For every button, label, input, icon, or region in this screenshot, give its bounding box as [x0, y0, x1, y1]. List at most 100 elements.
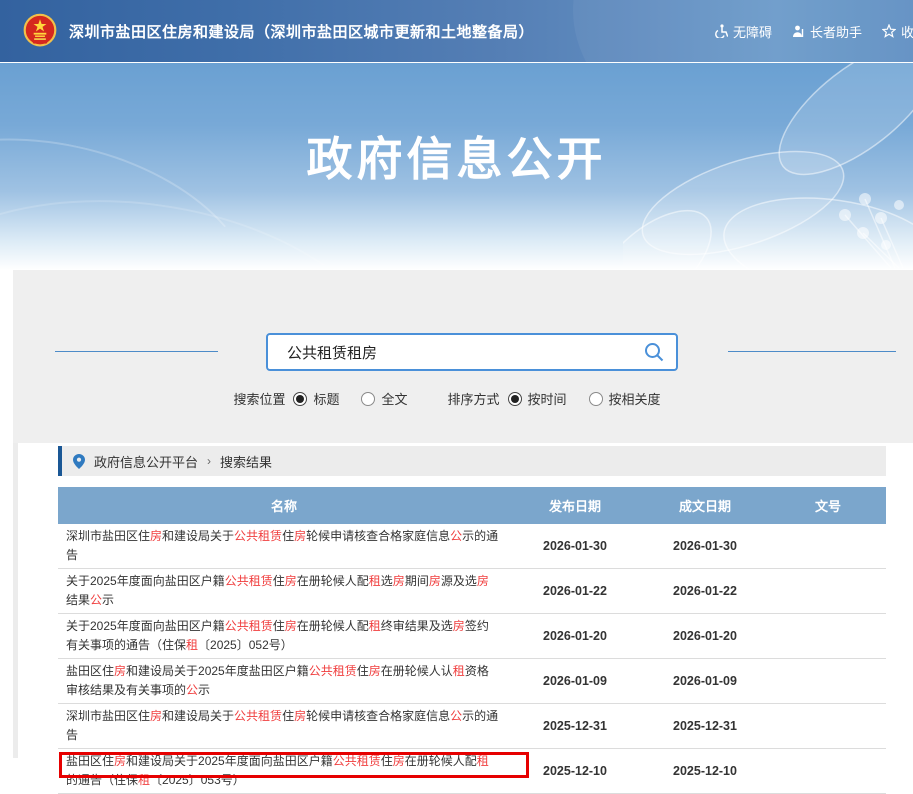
keyword-highlight: 房	[150, 529, 162, 543]
keyword-highlight: 房	[150, 709, 162, 723]
location-pin-icon	[73, 454, 85, 469]
keyword-highlight: 房	[369, 664, 381, 678]
title-text: 盐田区住	[66, 664, 114, 678]
filter-group: 搜索位置 标题 全文	[233, 389, 421, 408]
keyword-highlight: 公共租赁	[234, 709, 282, 723]
table-row: 深圳市盐田区住房和建设局关于公共租赁住房轮候申请核查合格家庭信息公示的通告202…	[58, 704, 886, 749]
radio-unselected-icon[interactable]	[589, 392, 603, 406]
site-brand[interactable]: 深圳市盐田区住房和建设局（深圳市盐田区城市更新和土地整备局）	[0, 13, 534, 49]
title-text: 关于2025年度面向盐田区户籍	[66, 619, 225, 633]
radio-selected-icon[interactable]	[508, 392, 522, 406]
keyword-highlight: 房	[114, 754, 126, 768]
search-button[interactable]	[632, 335, 676, 369]
title-text: 深圳市盐田区住	[66, 529, 150, 543]
title-text: 示	[198, 683, 210, 697]
site-title[interactable]: 深圳市盐田区住房和建设局（深圳市盐田区城市更新和土地整备局）	[69, 21, 534, 42]
keyword-highlight: 租	[477, 754, 489, 768]
written-date: 2026-01-30	[640, 539, 770, 553]
radio-option-按相关度[interactable]: 按相关度	[589, 389, 661, 408]
title-text: 和建设局关于	[162, 709, 234, 723]
column-header: 文号	[770, 487, 886, 524]
keyword-highlight: 公	[186, 683, 198, 697]
keyword-highlight: 公	[450, 709, 462, 723]
title-text: 住	[282, 529, 294, 543]
title-text: 结果	[66, 593, 90, 607]
publish-date: 2026-01-30	[510, 539, 640, 553]
top-link-label: 无障碍	[733, 22, 772, 41]
title-text: 的通告（住保	[66, 773, 138, 787]
title-text: 住	[357, 664, 369, 678]
keyword-highlight: 房	[477, 574, 489, 588]
result-title-link[interactable]: 深圳市盐田区住房和建设局关于公共租赁住房轮候申请核查合格家庭信息公示的通告	[58, 704, 510, 748]
title-text: 选	[381, 574, 393, 588]
table-row: 关于2025年度面向盐田区户籍公共租赁住房在册轮候人配租终审结果及选房签约有关事…	[58, 614, 886, 659]
radio-option-label: 标题	[313, 389, 339, 408]
keyword-highlight: 公共租赁	[333, 754, 381, 768]
top-link-长者助手[interactable]: 长者助手	[792, 22, 862, 41]
title-text: 示	[102, 593, 114, 607]
table-row: 盐田区住房和建设局关于2025年度面向盐田区户籍公共租赁住房在册轮候人配租的通告…	[58, 749, 886, 794]
keyword-highlight: 房	[294, 709, 306, 723]
radio-option-label: 全文	[381, 389, 407, 408]
star-icon	[882, 24, 896, 38]
search-section: 搜索位置标题全文排序方式按时间按相关度	[13, 270, 913, 443]
radio-option-标题[interactable]: 标题	[293, 389, 339, 408]
keyword-highlight: 租	[369, 619, 381, 633]
top-link-收藏[interactable]: 收藏	[882, 22, 913, 41]
radio-unselected-icon[interactable]	[361, 392, 375, 406]
filter-group-label: 搜索位置	[233, 389, 285, 408]
title-text: 源及选	[441, 574, 477, 588]
keyword-highlight: 租	[453, 664, 465, 678]
result-title-link[interactable]: 盐田区住房和建设局关于2025年度盐田区户籍公共租赁住房在册轮候人认租资格审核结…	[58, 659, 510, 703]
national-emblem-logo	[22, 13, 58, 49]
result-title-link[interactable]: 关于2025年度面向盐田区户籍公共租赁住房在册轮候人配租终审结果及选房签约有关事…	[58, 614, 510, 658]
title-text: 住	[381, 754, 393, 768]
keyword-highlight: 租	[186, 638, 198, 652]
title-text: 深圳市盐田区住	[66, 709, 150, 723]
radio-option-全文[interactable]: 全文	[361, 389, 407, 408]
top-link-label: 长者助手	[810, 22, 862, 41]
top-link-无障碍[interactable]: 无障碍	[714, 22, 772, 41]
written-date: 2025-12-10	[640, 764, 770, 778]
table-header-row: 名称发布日期成文日期文号	[58, 487, 886, 524]
radio-option-按时间[interactable]: 按时间	[508, 389, 567, 408]
column-header: 发布日期	[510, 487, 640, 524]
keyword-highlight: 公	[90, 593, 102, 607]
title-text: 在册轮候人认	[381, 664, 453, 678]
title-text: 和建设局关于	[162, 529, 234, 543]
title-text: 和建设局关于2025年度面向盐田区户籍	[126, 754, 333, 768]
keyword-highlight: 房	[285, 574, 297, 588]
column-header: 名称	[58, 487, 510, 524]
table-body: 深圳市盐田区住房和建设局关于公共租赁住房轮候申请核查合格家庭信息公示的通告202…	[58, 524, 886, 794]
title-text: 〔2025〕053号）	[150, 773, 245, 787]
radio-selected-icon[interactable]	[293, 392, 307, 406]
breadcrumb: 政府信息公开平台 › 搜索结果	[58, 446, 886, 476]
title-text: 轮候申请核查合格家庭信息	[306, 709, 450, 723]
banner: 政府信息公开	[0, 62, 913, 270]
radio-option-label: 按相关度	[609, 389, 661, 408]
keyword-highlight: 租	[369, 574, 381, 588]
keyword-highlight: 租	[138, 773, 150, 787]
title-text: 和建设局关于2025年度盐田区户籍	[126, 664, 309, 678]
publish-date: 2026-01-20	[510, 629, 640, 643]
radio-option-label: 按时间	[528, 389, 567, 408]
result-title-link[interactable]: 盐田区住房和建设局关于2025年度面向盐田区户籍公共租赁住房在册轮候人配租的通告…	[58, 749, 510, 793]
decorative-line-right	[728, 351, 896, 352]
breadcrumb-platform[interactable]: 政府信息公开平台	[94, 452, 198, 471]
search-filters: 搜索位置标题全文排序方式按时间按相关度	[13, 389, 913, 408]
table-row: 关于2025年度面向盐田区户籍公共租赁住房在册轮候人配租选房期间房源及选房结果公…	[58, 569, 886, 614]
page-title: 政府信息公开	[0, 123, 913, 189]
publish-date: 2025-12-10	[510, 764, 640, 778]
search-icon	[643, 341, 665, 363]
column-header: 成文日期	[640, 487, 770, 524]
title-text: 住	[282, 709, 294, 723]
search-input[interactable]	[268, 344, 632, 361]
title-text: 在册轮候人配	[297, 574, 369, 588]
result-title-link[interactable]: 关于2025年度面向盐田区户籍公共租赁住房在册轮候人配租选房期间房源及选房结果公…	[58, 569, 510, 613]
title-text: 在册轮候人配	[405, 754, 477, 768]
keyword-highlight: 房	[294, 529, 306, 543]
keyword-highlight: 公共租赁	[309, 664, 357, 678]
keyword-highlight: 公共租赁	[225, 574, 273, 588]
result-title-link[interactable]: 深圳市盐田区住房和建设局关于公共租赁住房轮候申请核查合格家庭信息公示的通告	[58, 524, 510, 568]
written-date: 2026-01-22	[640, 584, 770, 598]
